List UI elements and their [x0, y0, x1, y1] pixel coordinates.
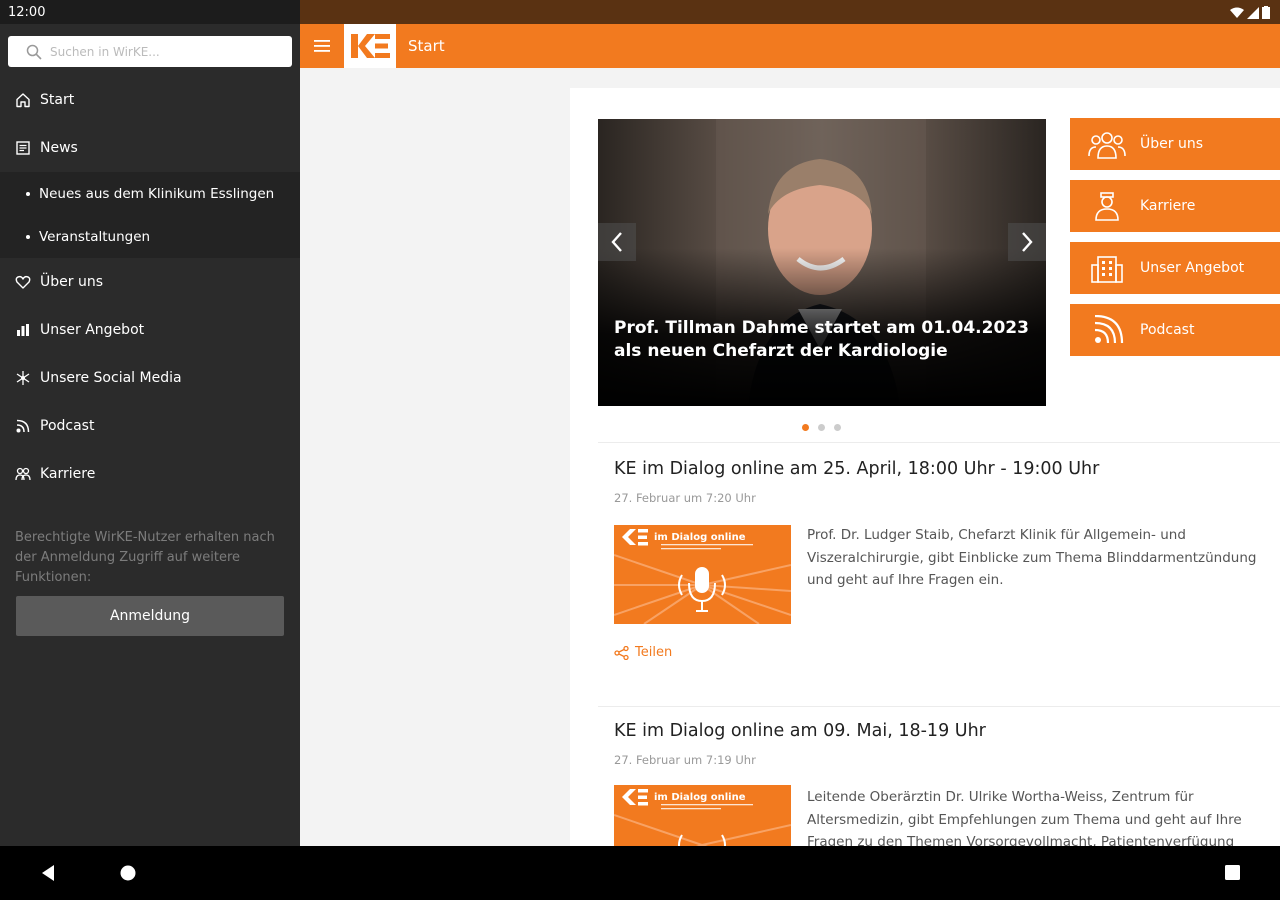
status-bar-right: [300, 0, 1280, 24]
carousel-dot[interactable]: [834, 424, 841, 431]
news-card[interactable]: KE im Dialog online am 25. April, 18:00 …: [598, 442, 1280, 688]
navigation-drawer: Start News Neues aus dem Klinikum Esslin…: [0, 24, 300, 846]
chevron-right-icon: [1022, 232, 1033, 252]
sidebar-item-ueber-uns[interactable]: Über uns: [0, 258, 300, 306]
share-icon: [614, 645, 629, 660]
sidebar-item-podcast[interactable]: Podcast: [0, 402, 300, 450]
home-icon: [14, 91, 32, 109]
social-icon: [14, 369, 32, 387]
dialog-online-graphic: im Dialog online: [614, 789, 791, 846]
quick-link-karriere[interactable]: Karriere: [1070, 180, 1280, 232]
career-icon: [14, 465, 32, 483]
sidebar-item-label: Start: [40, 92, 75, 108]
news-carousel[interactable]: Prof. Tillman Dahme startet am 01.04.202…: [598, 119, 1046, 406]
news-date: 27. Februar um 7:20 Uhr: [614, 491, 756, 505]
sidebar-subitem-neues[interactable]: Neues aus dem Klinikum Esslingen: [0, 172, 300, 215]
sidebar-item-karriere[interactable]: Karriere: [0, 450, 300, 498]
search-input[interactable]: [50, 44, 270, 59]
page-title: Start: [408, 37, 445, 55]
login-hint: Berechtigte WirKE-Nutzer erhalten nach d…: [15, 530, 275, 585]
news-submenu: Neues aus dem Klinikum Esslingen Veranst…: [0, 172, 300, 258]
sidebar-item-label: Über uns: [40, 274, 103, 290]
quick-link-label: Über uns: [1140, 136, 1203, 152]
news-thumbnail[interactable]: im Dialog online: [614, 525, 791, 624]
sidebar-item-start[interactable]: Start: [0, 76, 300, 124]
hamburger-icon: [314, 40, 330, 52]
sidebar-item-unser-angebot[interactable]: Unser Angebot: [0, 306, 300, 354]
thumb-title: im Dialog online: [654, 792, 746, 803]
news-date: 27. Februar um 7:19 Uhr: [614, 753, 756, 767]
battery-icon: [1262, 6, 1270, 19]
carousel-dot[interactable]: [818, 424, 825, 431]
sidebar-item-label: Unser Angebot: [40, 322, 145, 338]
news-excerpt: Leitende Oberärztin Dr. Ulrike Wortha-We…: [807, 789, 1242, 846]
share-label: Teilen: [635, 645, 673, 660]
rss-icon: [1088, 315, 1126, 345]
sidebar-subitem-veranstaltungen[interactable]: Veranstaltungen: [0, 215, 300, 258]
carousel-dot[interactable]: [802, 424, 809, 431]
share-button[interactable]: Teilen: [614, 645, 672, 660]
news-thumbnail[interactable]: im Dialog online: [614, 785, 791, 846]
news-icon: [14, 139, 32, 157]
news-title[interactable]: KE im Dialog online am 25. April, 18:00 …: [614, 459, 1099, 479]
system-nav-bar: [0, 846, 1280, 900]
search-icon: [26, 44, 42, 60]
carousel-prev-button[interactable]: [598, 223, 636, 261]
recents-icon[interactable]: [1225, 865, 1240, 880]
menu-button[interactable]: [300, 24, 344, 68]
news-card[interactable]: KE im Dialog online am 09. Mai, 18-19 Uh…: [598, 706, 1280, 846]
nav-list: Start News Neues aus dem Klinikum Esslin…: [0, 76, 300, 498]
building-icon: [1088, 253, 1126, 283]
carousel-caption: Prof. Tillman Dahme startet am 01.04.202…: [614, 318, 1029, 361]
sidebar-item-label: Karriere: [40, 466, 96, 482]
doctor-icon: [1088, 191, 1126, 221]
sidebar-item-news[interactable]: News: [0, 124, 300, 172]
quick-links: Über uns Karriere Unser Angebot Podcast: [1070, 118, 1280, 366]
sidebar-item-label: News: [40, 140, 78, 156]
quick-link-unser-angebot[interactable]: Unser Angebot: [1070, 242, 1280, 294]
status-bar: 12:00: [0, 0, 300, 24]
quick-link-label: Podcast: [1140, 322, 1195, 338]
ke-logo-icon: [351, 34, 390, 58]
heart-icon: [14, 273, 32, 291]
dialog-online-graphic: im Dialog online: [614, 529, 791, 624]
app-logo[interactable]: [344, 24, 396, 68]
chart-icon: [14, 321, 32, 339]
start-content: Prof. Tillman Dahme startet am 01.04.202…: [570, 88, 1280, 846]
sidebar-subitem-label: Neues aus dem Klinikum Esslingen: [39, 185, 275, 202]
sidebar-item-label: Unsere Social Media: [40, 370, 182, 386]
quick-link-ueber-uns[interactable]: Über uns: [1070, 118, 1280, 170]
chevron-left-icon: [611, 232, 622, 252]
podcast-icon: [14, 417, 32, 435]
status-time: 12:00: [8, 5, 46, 20]
quick-link-label: Karriere: [1140, 198, 1196, 214]
app-toolbar: Start: [300, 24, 1280, 68]
sidebar-item-social-media[interactable]: Unsere Social Media: [0, 354, 300, 402]
news-title[interactable]: KE im Dialog online am 09. Mai, 18-19 Uh…: [614, 721, 986, 741]
bullet-icon: [26, 191, 30, 196]
wifi-icon: [1230, 7, 1244, 18]
back-icon[interactable]: [40, 864, 56, 882]
sidebar-item-label: Podcast: [40, 418, 95, 434]
quick-link-label: Unser Angebot: [1140, 260, 1245, 276]
quick-link-podcast[interactable]: Podcast: [1070, 304, 1280, 356]
news-excerpt: Prof. Dr. Ludger Staib, Chefarzt Klinik …: [807, 527, 1257, 588]
main-content: Start Prof. Tillman Dahme startet am 01.…: [300, 24, 1280, 846]
signal-icon: [1247, 6, 1259, 19]
home-button-icon[interactable]: [120, 865, 136, 881]
team-icon: [1088, 129, 1126, 159]
bullet-icon: [26, 234, 30, 239]
search-box[interactable]: [8, 36, 292, 67]
login-button[interactable]: Anmeldung: [16, 596, 284, 636]
carousel-next-button[interactable]: [1008, 223, 1046, 261]
thumb-title: im Dialog online: [654, 532, 746, 543]
sidebar-subitem-label: Veranstaltungen: [39, 228, 151, 245]
carousel-indicator: [802, 424, 841, 431]
